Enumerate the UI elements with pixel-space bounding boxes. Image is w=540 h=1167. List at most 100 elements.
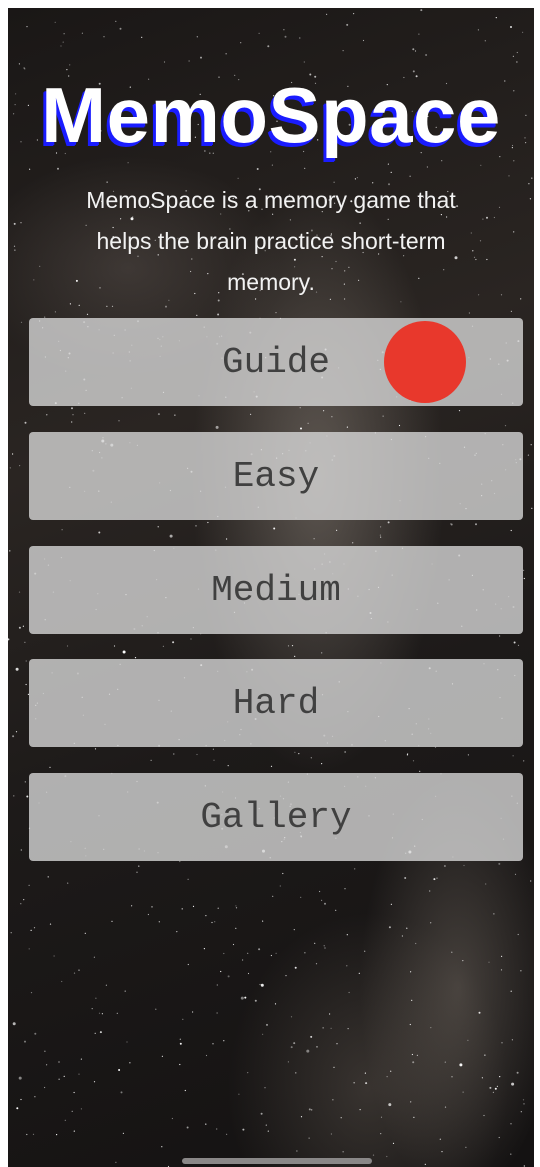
- star: [513, 641, 516, 644]
- star: [496, 1085, 498, 1087]
- star: [527, 454, 530, 456]
- star: [504, 425, 507, 427]
- star: [24, 781, 26, 783]
- star: [22, 625, 24, 627]
- star: [98, 531, 101, 534]
- star: [308, 1137, 310, 1139]
- star: [122, 650, 126, 654]
- star: [465, 1146, 467, 1148]
- star: [15, 731, 18, 733]
- star: [353, 1082, 355, 1084]
- star: [20, 321, 23, 323]
- star: [501, 1042, 503, 1044]
- star: [69, 303, 71, 305]
- star: [406, 927, 408, 929]
- star: [510, 310, 512, 312]
- star: [182, 1018, 184, 1020]
- star: [483, 1114, 485, 1117]
- star: [256, 168, 259, 170]
- star: [173, 753, 175, 755]
- star: [481, 1077, 483, 1079]
- star: [28, 948, 30, 950]
- star: [26, 795, 29, 798]
- star: [412, 48, 415, 51]
- star: [516, 61, 518, 63]
- star: [467, 754, 469, 756]
- star: [244, 996, 247, 999]
- star: [392, 1142, 395, 1144]
- star: [46, 1064, 48, 1066]
- star: [336, 529, 338, 531]
- star: [18, 1076, 22, 1080]
- star: [13, 245, 16, 247]
- star: [296, 1150, 298, 1152]
- star: [127, 162, 129, 164]
- star: [510, 529, 512, 532]
- star: [331, 416, 333, 418]
- home-indicator[interactable]: [182, 1158, 372, 1164]
- star: [486, 258, 488, 261]
- star: [322, 1027, 324, 1029]
- star: [28, 884, 30, 887]
- star: [237, 177, 239, 179]
- star: [98, 1012, 101, 1014]
- star: [227, 975, 230, 978]
- star: [215, 425, 219, 429]
- star: [419, 770, 421, 772]
- star: [235, 907, 238, 909]
- easy-button[interactable]: Easy: [29, 432, 523, 520]
- medium-button[interactable]: Medium: [29, 546, 523, 634]
- star: [282, 872, 284, 875]
- star: [84, 932, 86, 934]
- star: [196, 753, 198, 756]
- star: [242, 959, 244, 961]
- star: [275, 952, 277, 954]
- star: [20, 222, 22, 224]
- star: [342, 1151, 344, 1153]
- star: [115, 20, 117, 22]
- star: [13, 222, 16, 225]
- star: [232, 943, 235, 946]
- star: [441, 1151, 443, 1153]
- star: [522, 31, 524, 33]
- star: [294, 966, 297, 969]
- star: [101, 1013, 103, 1015]
- star: [489, 1086, 492, 1089]
- hard-button[interactable]: Hard: [29, 659, 523, 747]
- star: [235, 905, 237, 907]
- star: [314, 942, 316, 944]
- star: [500, 294, 503, 296]
- star: [387, 521, 390, 524]
- star: [310, 757, 312, 759]
- star: [192, 905, 195, 908]
- star: [356, 177, 358, 179]
- star: [227, 765, 229, 767]
- star: [479, 240, 482, 242]
- star: [517, 933, 519, 936]
- star: [498, 206, 501, 208]
- star: [119, 27, 122, 30]
- star: [270, 954, 272, 957]
- star: [382, 415, 384, 417]
- star: [511, 1039, 513, 1041]
- star: [61, 980, 63, 983]
- star: [195, 525, 197, 527]
- star: [196, 36, 198, 38]
- star: [411, 1053, 413, 1056]
- star: [213, 759, 215, 761]
- star: [118, 1069, 121, 1071]
- star: [49, 766, 51, 769]
- star: [321, 763, 323, 765]
- gallery-button[interactable]: Gallery: [29, 773, 523, 861]
- star: [333, 1066, 335, 1068]
- star: [344, 888, 346, 890]
- star: [20, 849, 22, 851]
- star: [12, 453, 14, 455]
- star: [273, 527, 276, 530]
- star: [93, 1081, 96, 1083]
- star: [311, 1109, 313, 1111]
- star: [262, 920, 264, 922]
- star: [264, 1087, 266, 1089]
- star: [488, 961, 490, 963]
- star: [179, 1042, 182, 1045]
